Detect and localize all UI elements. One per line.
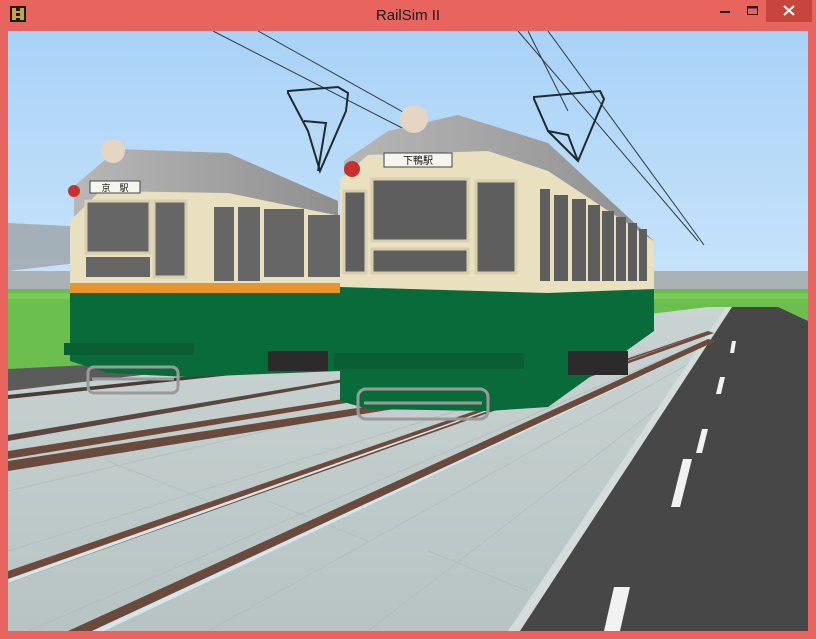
app-window: RailSim II 京 駅 下鴨駅	[0, 0, 816, 639]
title-bar[interactable]: RailSim II	[0, 0, 816, 30]
scene-render: 京 駅 下鴨駅	[8, 31, 808, 631]
close-icon	[783, 5, 795, 16]
tram-left-destination-sign: 京 駅	[101, 182, 128, 194]
minimize-icon	[720, 11, 730, 13]
maximize-icon	[747, 6, 758, 15]
maximize-button[interactable]	[739, 0, 766, 22]
window-title: RailSim II	[375, 7, 441, 24]
tram-right-destination-sign: 下鴨駅	[403, 154, 433, 167]
minimize-button[interactable]	[711, 0, 739, 22]
close-button[interactable]	[766, 0, 812, 22]
3d-viewport[interactable]: 京 駅 下鴨駅	[8, 31, 808, 631]
